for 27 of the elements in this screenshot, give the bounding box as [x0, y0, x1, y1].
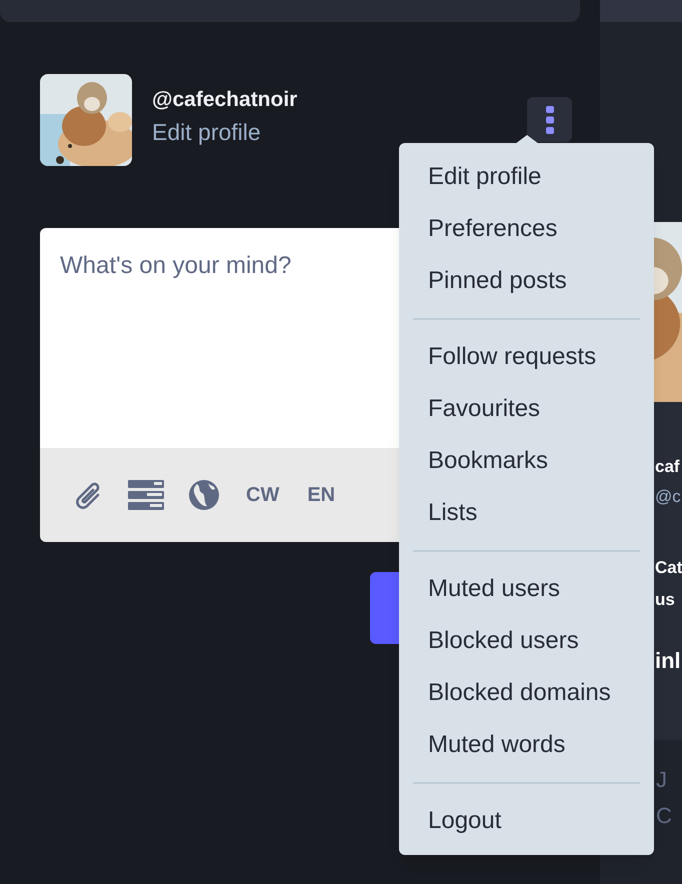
bio-text: us	[655, 589, 676, 611]
menu-item[interactable]: Muted words	[399, 719, 654, 771]
menu-item[interactable]: Favourites	[399, 383, 654, 435]
menu-item[interactable]: Pinned posts	[399, 255, 654, 307]
menu-item[interactable]: Blocked users	[399, 615, 654, 667]
menu-item[interactable]: Blocked domains	[399, 667, 654, 719]
menu-item[interactable]: Logout	[399, 795, 654, 847]
status-text: C	[656, 802, 673, 830]
menu-item[interactable]: Follow requests	[399, 331, 654, 383]
username: @cafechatnoir	[152, 87, 298, 113]
status-text: J	[656, 766, 668, 794]
menu-item[interactable]: Preferences	[399, 203, 654, 255]
menu-item[interactable]: Bookmarks	[399, 435, 654, 487]
edit-profile-link[interactable]: Edit profile	[152, 116, 298, 148]
text-toggle[interactable]: EN	[305, 480, 338, 510]
bio-link[interactable]: inl	[655, 646, 682, 676]
kebab-icon	[544, 104, 555, 134]
more-button[interactable]	[527, 97, 572, 142]
list-icon[interactable]	[128, 479, 164, 511]
bio-text: Cat	[655, 557, 682, 579]
menu-item[interactable]: Muted users	[399, 563, 654, 615]
display-name: caf	[655, 456, 681, 478]
text-toggle[interactable]: CW	[244, 480, 282, 510]
menu-item[interactable]: Lists	[399, 487, 654, 539]
globe-icon[interactable]	[188, 479, 220, 511]
account-handle: @c	[655, 486, 682, 508]
menu-item[interactable]: Edit profile	[399, 151, 654, 203]
